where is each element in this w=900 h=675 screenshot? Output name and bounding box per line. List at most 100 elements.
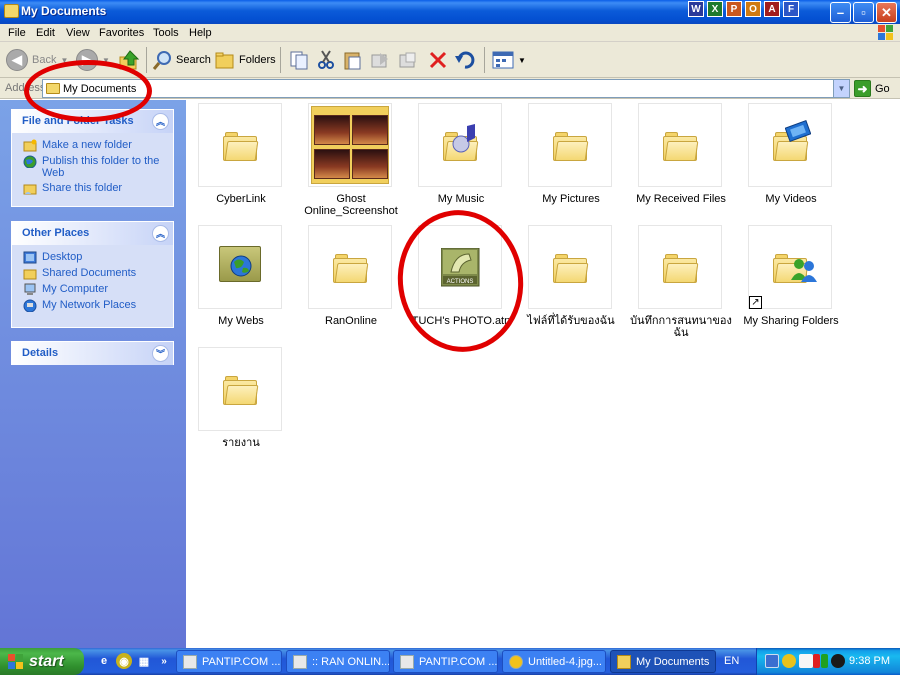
file-item-thai-report[interactable]: รายงาน [186,347,296,467]
maximize-button[interactable]: ▫ [853,2,874,23]
views-icon [492,51,514,69]
file-item-thai-chat-logs[interactable]: บันทึกการสนทนาของฉัน [626,225,736,345]
excel-icon[interactable]: X [707,1,723,17]
file-item-my-videos[interactable]: My Videos [736,103,846,223]
file-item-thai-received-files[interactable]: ไฟล์ที่ได้รับของฉัน [516,225,626,345]
search-label: Search [176,54,211,66]
tray-app-icon[interactable] [821,654,828,668]
frontpage-icon[interactable]: F [783,1,799,17]
go-button[interactable]: ➜ Go [854,80,890,97]
panel-header[interactable]: Details ︾ [12,342,173,365]
folder-icon [333,254,369,284]
task-publish-folder[interactable]: Publish this folder to the Web [23,155,173,179]
red-annotation-circle [24,60,152,122]
delete-button[interactable] [428,48,448,72]
place-label: Desktop [42,251,83,263]
cut-button[interactable] [316,48,336,72]
menu-file[interactable]: File [8,27,26,39]
music-folder-thumbnail [418,103,502,187]
taskbar-button-my-documents[interactable]: My Documents [610,650,716,673]
people-icon [791,259,817,282]
taskbar-button-label: PANTIP.COM ... [202,655,281,668]
file-name: My Webs [218,315,264,327]
shared-folder-icon [23,269,37,280]
menu-bar: File Edit View Favorites Tools Help [0,24,900,42]
place-label: My Computer [42,283,109,295]
copy-to-button[interactable] [289,48,309,72]
move-to-icon [371,53,388,68]
address-input[interactable]: My Documents ▼ [42,79,850,98]
place-my-network-places[interactable]: My Network Places [23,299,173,312]
file-item-cyberlink[interactable]: CyberLink [186,103,296,223]
media-icon[interactable]: ▦ [136,653,152,669]
panel-title: Other Places [22,227,90,239]
file-item-my-music[interactable]: My Music [406,103,516,223]
network-icon[interactable] [765,654,779,668]
taskbar-button-untitled-jpg[interactable]: Untitled-4.jpg... [502,650,606,673]
menu-help[interactable]: Help [189,27,212,39]
globe-icon [230,255,252,277]
file-item-my-received-files[interactable]: My Received Files [626,103,736,223]
place-desktop[interactable]: Desktop [23,251,173,264]
tray-app-icon[interactable] [831,654,845,668]
file-name: CyberLink [216,193,266,205]
folder-icon [553,254,589,284]
search-button[interactable]: Search [152,48,211,72]
views-button[interactable]: ▼ [492,48,526,72]
outlook-icon[interactable]: O [745,1,761,17]
address-dropdown-button[interactable]: ▼ [833,80,849,97]
folder-icon [553,132,589,162]
browser-icon [293,654,307,669]
powerpoint-icon[interactable]: P [726,1,742,17]
menu-edit[interactable]: Edit [36,27,55,39]
word-icon[interactable]: W [688,1,704,17]
menu-favorites[interactable]: Favorites [99,27,144,39]
title-bar-app-icons: W X P O A F [688,1,799,17]
file-item-my-pictures[interactable]: My Pictures [516,103,626,223]
paste-button[interactable] [343,48,363,72]
file-item-my-sharing-folders[interactable]: ↗ My Sharing Folders [736,225,846,345]
task-share-folder[interactable]: Share this folder [23,182,173,195]
media-player-icon[interactable]: ◉ [116,653,132,669]
taskbar-button-pantip-1[interactable]: PANTIP.COM ... [176,650,282,673]
quick-launch-more-icon[interactable]: » [156,653,172,669]
minimize-button[interactable]: – [830,2,851,23]
start-button[interactable]: start [0,648,84,675]
place-my-computer[interactable]: My Computer [23,283,173,296]
taskbar-button-pantip-2[interactable]: PANTIP.COM ... [393,650,498,673]
share-folder-icon [23,184,37,195]
file-item-ghost-online-screenshot[interactable]: Ghost Online_Screenshot [296,103,406,223]
file-item-my-webs[interactable]: My Webs [186,225,296,345]
folder-icon [617,654,631,669]
tray-app-icon[interactable] [813,654,820,668]
chevron-down-icon: ▼ [518,55,526,65]
close-button[interactable]: ✕ [876,2,897,23]
task-make-new-folder[interactable]: Make a new folder [23,139,173,152]
undo-button[interactable] [455,48,477,72]
tray-app-icon[interactable] [799,654,813,668]
menu-view[interactable]: View [66,27,90,39]
access-icon[interactable]: A [764,1,780,17]
move-to-button[interactable] [370,48,390,72]
file-name: ไฟล์ที่ได้รับของฉัน [527,315,615,327]
internet-explorer-icon[interactable]: e [96,653,112,669]
menu-tools[interactable]: Tools [153,27,179,39]
taskbar-button-label: Untitled-4.jpg... [528,655,602,668]
file-name: My Received Files [636,193,726,205]
folder-icon [223,376,259,406]
taskbar-button-ran-online[interactable]: :: RAN ONLIN... [286,650,390,673]
expand-chevron-icon[interactable]: ︾ [152,345,169,362]
copy-to-folder-button[interactable] [398,48,418,72]
file-name: Ghost Online_Screenshot [304,193,398,217]
language-indicator[interactable]: EN [724,655,739,667]
panel-header[interactable]: Other Places ︽ [12,222,173,245]
folders-button[interactable]: Folders [215,48,276,72]
file-item-ranonline[interactable]: RanOnline [296,225,406,345]
collapse-chevron-icon[interactable]: ︽ [152,113,169,130]
collapse-chevron-icon[interactable]: ︽ [152,225,169,242]
tray-app-icon[interactable] [782,654,796,668]
browser-icon [183,654,197,669]
folder-thumbnail [638,103,722,187]
place-shared-documents[interactable]: Shared Documents [23,267,173,280]
delete-x-icon [429,51,447,69]
